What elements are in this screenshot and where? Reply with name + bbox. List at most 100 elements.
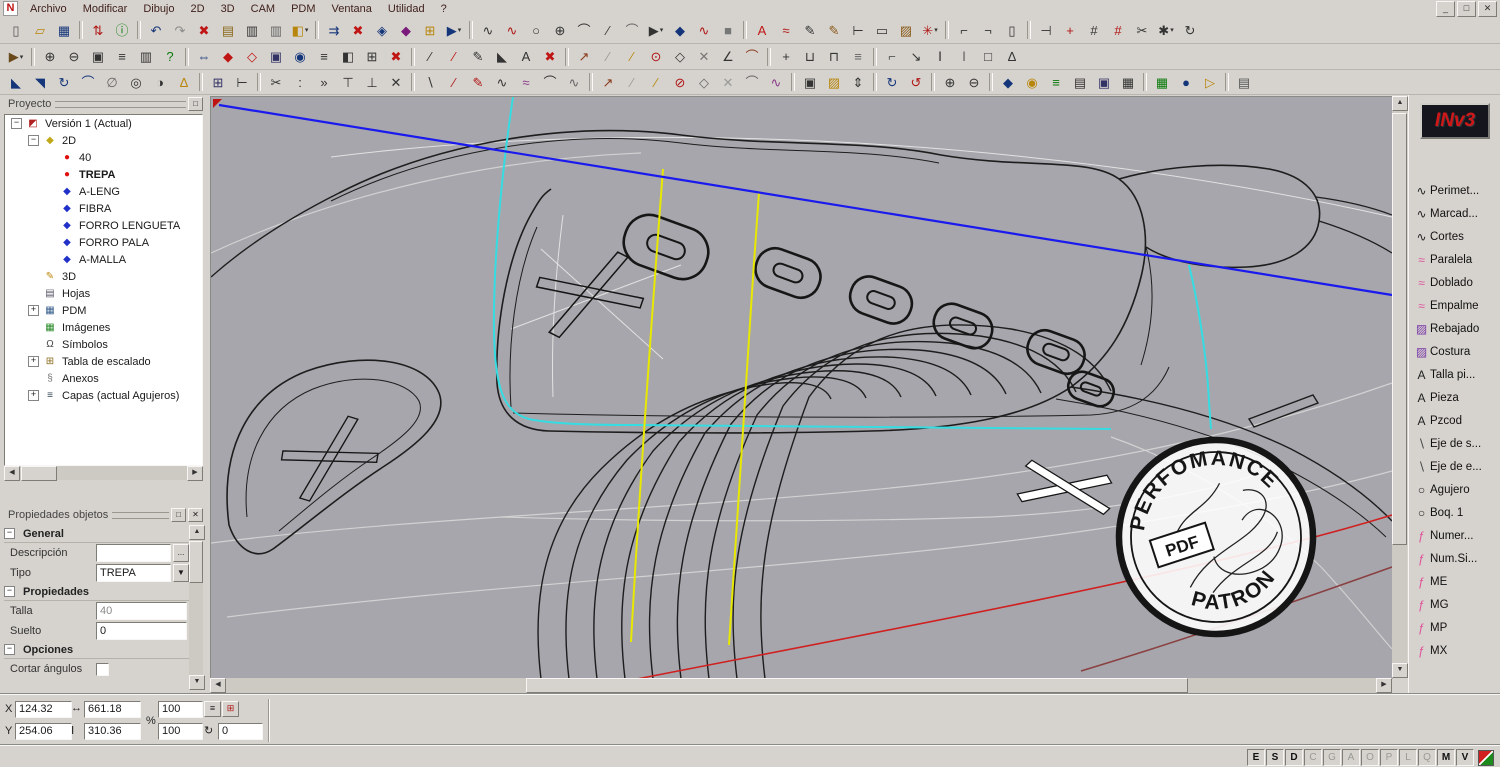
hatch-icon[interactable]: ▨ xyxy=(894,19,918,42)
select-box-icon[interactable]: □ xyxy=(976,45,1000,68)
collapse-icon[interactable]: − xyxy=(4,586,15,597)
tray-status-icon[interactable] xyxy=(1478,750,1494,766)
arrow2-icon[interactable]: ↗ xyxy=(596,71,620,94)
slash-icon[interactable]: ∕ xyxy=(418,45,442,68)
diamond3-icon[interactable]: ◇ xyxy=(692,71,716,94)
segment2-icon[interactable]: ∿ xyxy=(562,71,586,94)
wave4-icon[interactable]: ≈ xyxy=(514,71,538,94)
align-icon[interactable]: ≡ xyxy=(312,45,336,68)
angle-icon[interactable]: ∠ xyxy=(716,45,740,68)
mode-letter-d[interactable]: D xyxy=(1285,749,1303,766)
menu-item-3d[interactable]: 3D xyxy=(213,2,243,16)
round-icon[interactable]: ◎ xyxy=(124,71,148,94)
zoom-out-icon[interactable]: ⊖ xyxy=(62,45,86,68)
line-gold-icon[interactable]: ∕ xyxy=(620,45,644,68)
mode-letter-v[interactable]: V xyxy=(1456,749,1474,766)
break-icon[interactable]: ✕ xyxy=(384,71,408,94)
tree-item-versio-n-1-actual[interactable]: − ◩ Versión 1 (Actual) xyxy=(5,115,202,132)
frame-icon[interactable]: ▣ xyxy=(798,71,822,94)
help-icon[interactable]: ? xyxy=(158,45,182,68)
save-icon[interactable]: ▦ xyxy=(52,19,76,42)
properties-section-general[interactable]: − General xyxy=(4,525,189,543)
tree-item-hojas[interactable]: ▤ Hojas xyxy=(5,285,202,302)
tool-mx[interactable]: ƒ MX xyxy=(1413,639,1500,662)
gear-icon[interactable]: ✳ ▾ xyxy=(918,19,942,42)
new-document-icon[interactable]: ▯ xyxy=(4,19,28,42)
pointer2-icon[interactable]: ▶ ▾ xyxy=(4,45,28,68)
tool-talla-pi[interactable]: A Talla pi... xyxy=(1413,363,1500,386)
wave-tool-icon[interactable]: ∿ xyxy=(692,19,716,42)
property-checkbox[interactable] xyxy=(96,662,109,676)
tree-item-trepa[interactable]: ● TREPA xyxy=(5,166,202,183)
rect-tool-icon[interactable]: ▭ xyxy=(870,19,894,42)
numbering-icon[interactable]: # xyxy=(1082,19,1106,42)
menu-item-dibujo[interactable]: Dibujo xyxy=(135,2,182,16)
mode-letter-q[interactable]: Q xyxy=(1418,749,1436,766)
diamond-tool-icon[interactable]: ◆ xyxy=(668,19,692,42)
delete-all-icon[interactable]: ✖ xyxy=(346,19,370,42)
ellipsis-button[interactable]: ... xyxy=(173,544,189,562)
dim-add-icon[interactable]: + xyxy=(1058,19,1082,42)
pin2-icon[interactable]: ◉ xyxy=(1020,71,1044,94)
canvas-hscrollbar[interactable]: ◀ ▶ xyxy=(210,678,1392,693)
diamond-outline-icon[interactable]: ◇ xyxy=(240,45,264,68)
mode-letter-m[interactable]: M xyxy=(1437,749,1455,766)
tool-empalme[interactable]: ≈ Empalme xyxy=(1413,294,1500,317)
properties-vscrollbar[interactable]: ▲ ▼ xyxy=(189,525,205,690)
slash-red-icon[interactable]: ∕ xyxy=(442,45,466,68)
expand-icon[interactable]: + xyxy=(28,305,39,316)
collapse-icon[interactable]: − xyxy=(4,644,15,655)
flip-v-icon[interactable]: ◣ xyxy=(4,71,28,94)
undo-icon[interactable]: ↶ xyxy=(144,19,168,42)
property-value-field[interactable]: TREPA xyxy=(96,564,171,582)
mode-letter-o[interactable]: O xyxy=(1361,749,1379,766)
tool-costura[interactable]: ▨ Costura xyxy=(1413,340,1500,363)
flip-h-icon[interactable]: ◥ xyxy=(28,71,52,94)
scale-y-field[interactable]: 100 xyxy=(158,723,203,740)
menu-item-archivo[interactable]: Archivo xyxy=(22,2,75,16)
scroll-down-icon[interactable]: ▼ xyxy=(189,675,205,690)
x-coordinate-field[interactable]: 124.32 xyxy=(15,701,72,718)
y-coordinate-field[interactable]: 254.06 xyxy=(15,723,72,740)
stack-icon[interactable]: ▥ xyxy=(264,19,288,42)
properties-section-propiedades[interactable]: − Propiedades xyxy=(4,583,189,601)
updown-icon[interactable]: ⇕ xyxy=(846,71,870,94)
hatch2-icon[interactable]: ▨ xyxy=(822,71,846,94)
page-icon[interactable]: ▯ xyxy=(1000,19,1024,42)
arc-icon[interactable]: ⌒ xyxy=(572,19,596,42)
update-icon[interactable]: ⇅ xyxy=(86,19,110,42)
scale-x-field[interactable]: 100 xyxy=(158,701,203,718)
tree-item-tabla-de-escalado[interactable]: + ⊞ Tabla de escalado xyxy=(5,353,202,370)
curve2-icon[interactable]: ∖ xyxy=(418,71,442,94)
color-icon[interactable]: ◆ xyxy=(996,71,1020,94)
tool-mg[interactable]: ƒ MG xyxy=(1413,593,1500,616)
pointer-icon[interactable]: ▶ ▾ xyxy=(442,19,466,42)
circle-tool-icon[interactable]: ○ xyxy=(524,19,548,42)
redo2-icon[interactable]: ↻ xyxy=(880,71,904,94)
wave5-icon[interactable]: ∿ xyxy=(764,71,788,94)
height-field[interactable]: 310.36 xyxy=(84,723,141,740)
tool-cortes[interactable]: ∿ Cortes xyxy=(1413,225,1500,248)
pen3-icon[interactable]: ✎ xyxy=(466,45,490,68)
hbar-icon[interactable]: Ⅰ xyxy=(928,45,952,68)
mode-letter-p[interactable]: P xyxy=(1380,749,1398,766)
arrow-ne-icon[interactable]: ↗ xyxy=(572,45,596,68)
menu-item-[interactable]: ? xyxy=(433,2,455,16)
scroll-left-icon[interactable]: ◀ xyxy=(4,466,20,481)
expand-icon[interactable]: + xyxy=(28,356,39,367)
tree-item-anexos[interactable]: § Anexos xyxy=(5,370,202,387)
dropdown-arrow-icon[interactable]: ▾ xyxy=(20,53,24,61)
mode-letter-c[interactable]: C xyxy=(1304,749,1322,766)
zoom-in2-icon[interactable]: ⊕ xyxy=(938,71,962,94)
property-value-field[interactable]: 40 xyxy=(96,602,187,620)
expand-icon[interactable]: + xyxy=(28,390,39,401)
scale-grid-icon[interactable]: ⊞ xyxy=(418,19,442,42)
columns-icon[interactable]: ◧ xyxy=(336,45,360,68)
zoom-in-icon[interactable]: ⊕ xyxy=(38,45,62,68)
tool-rebajado[interactable]: ▨ Rebajado xyxy=(1413,317,1500,340)
tool-pzcod[interactable]: A Pzcod xyxy=(1413,409,1500,432)
notch-icon[interactable]: ◑ xyxy=(148,71,172,94)
open-file-icon[interactable]: ▱ xyxy=(28,19,52,42)
spline-icon[interactable]: ∿ xyxy=(500,19,524,42)
segment-icon[interactable]: ⌒ xyxy=(538,71,562,94)
